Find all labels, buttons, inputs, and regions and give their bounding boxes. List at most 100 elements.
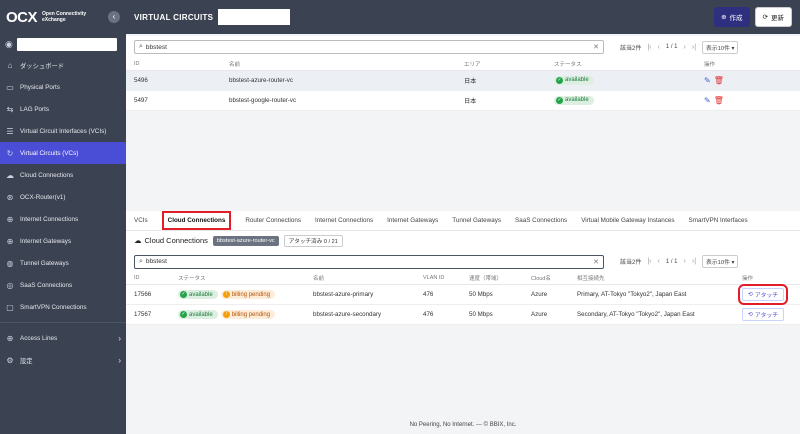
tab-internet-connections[interactable]: Internet Connections — [315, 217, 373, 224]
sidebar-item-label: Virtual Circuit Interfaces (VCIs) — [20, 127, 107, 135]
tab-virtual-mobile-gateway-instances[interactable]: Virtual Mobile Gateway Instances — [581, 217, 674, 224]
last-page-icon[interactable]: ›| — [692, 258, 696, 265]
col-id: ID — [126, 272, 170, 285]
trash-icon[interactable]: 🗑 — [714, 96, 724, 105]
prev-page-icon[interactable]: ‹ — [658, 258, 660, 265]
cloud-icon: ☁ — [6, 170, 14, 180]
brand-name-line2: eXchange — [42, 17, 66, 23]
vc-search-row: ⌕ bbstest ✕ 該当2件 |‹ ‹ 1 / 1 › ›| 表示10件 ▾ — [126, 36, 800, 58]
row-actions: ✎ 🗑 — [696, 70, 800, 91]
vc-per-page-select[interactable]: 表示10件 ▾ — [702, 40, 739, 54]
port-icon: ▭ — [6, 82, 14, 92]
col-speed: 速度（帯域） — [461, 272, 523, 285]
cc-page-indicator: 1 / 1 — [665, 258, 678, 265]
sidebar-item-internet-connections[interactable]: ⊕ Internet Connections — [0, 208, 126, 230]
row-id: 17567 — [126, 304, 170, 325]
row-name: bbstest-azure-primary — [305, 284, 415, 305]
sidebar-item-ocx-router-v1[interactable]: ⊛ OCX-Router(v1) — [0, 186, 126, 208]
vc-search-value: bbstest — [145, 43, 167, 51]
brand-name: Open Connectivity eXchange — [42, 11, 86, 23]
sidebar-item-label: LAG Ports — [20, 105, 50, 113]
cc-search-row: ⌕ bbstest ✕ 該当2件 |‹ ‹ 1 / 1 › ›| 表示10件 ▾ — [126, 251, 800, 273]
user-row[interactable]: ◉ — [0, 34, 126, 54]
sidebar-item-label: Internet Gateways — [20, 237, 72, 245]
create-button[interactable]: ⊕ 作成 — [714, 7, 750, 27]
gear-icon: ⚙ — [6, 355, 14, 365]
refresh-button[interactable]: ⟳ 更新 — [754, 7, 792, 27]
tab-vcis[interactable]: VCIs — [134, 217, 148, 224]
cc-title-text: Cloud Connections — [144, 236, 208, 245]
sidebar-group-0[interactable]: ⊕ Access Lines › — [0, 327, 126, 349]
tab-cloud-connections[interactable]: Cloud Connections — [161, 210, 232, 230]
next-page-icon[interactable]: › — [684, 44, 686, 51]
plus-circle-icon: ⊕ — [721, 14, 727, 21]
first-page-icon[interactable]: |‹ — [647, 44, 651, 51]
table-row[interactable]: 17566 ✓ available! billing pending bbstest… — [126, 284, 800, 305]
sidebar-group-1[interactable]: ⚙ 設定 › — [0, 349, 126, 371]
sidebar-item-label: ダッシュボード — [20, 62, 65, 70]
attach-button[interactable]: ⟲ アタッチ — [742, 308, 785, 321]
sliders-icon: ☰ — [6, 126, 14, 136]
sidebar: OCX Open Connectivity eXchange ‹ ◉ ⌂ ダッシュ… — [0, 0, 126, 434]
row-peer: Primary, AT-Tokyo "Tokyo2", Japan East — [569, 284, 734, 305]
status-badge: ✓ available — [554, 95, 594, 105]
check-icon: ✓ — [180, 291, 187, 298]
cc-per-page-select[interactable]: 表示10件 ▾ — [702, 255, 739, 268]
sidebar-item-label: Virtual Circuits (VCs) — [20, 149, 79, 157]
sidebar-item-internet-gateways[interactable]: ⊕ Internet Gateways — [0, 230, 126, 252]
ocx-logo[interactable]: OCX — [6, 9, 38, 26]
sidebar-item-saas-connections[interactable]: ◎ SaaS Connections — [0, 274, 126, 296]
last-page-icon[interactable]: ›| — [692, 44, 696, 51]
sidebar-item-lag-ports[interactable]: ⇆ LAG Ports — [0, 98, 126, 120]
sidebar-item-virtual-circuits-vcs[interactable]: ↻ Virtual Circuits (VCs) — [0, 142, 126, 164]
status-badge: ✓ available — [178, 290, 218, 299]
chevron-left-icon[interactable]: ‹ — [108, 11, 120, 23]
sidebar-item-smartvpn-connections[interactable]: ▢ SmartVPN Connections — [0, 296, 126, 318]
row-vlan: 476 — [415, 284, 461, 305]
clear-icon[interactable]: ✕ — [593, 43, 599, 51]
tab-router-connections[interactable]: Router Connections — [245, 217, 301, 224]
vc-pager: 該当2件 |‹ ‹ 1 / 1 › ›| 表示10件 ▾ — [620, 40, 739, 54]
attach-button[interactable]: ⟲ アタッチ — [737, 284, 789, 305]
sidebar-item-label: Physical Ports — [20, 83, 60, 91]
cc-result-count: 該当2件 — [620, 260, 642, 266]
vpn-icon: ▢ — [6, 302, 14, 312]
cc-search-value: bbstest — [145, 258, 167, 265]
next-page-icon[interactable]: › — [684, 258, 686, 265]
prev-page-icon[interactable]: ‹ — [658, 44, 660, 51]
tab-smartvpn-interfaces[interactable]: SmartVPN Interfaces — [689, 217, 748, 224]
check-icon: ✓ — [556, 96, 563, 104]
table-row[interactable]: 5497 bbstest-google-router-vc 日本 ✓ availa… — [126, 90, 800, 111]
sidebar-item-tunnel-gateways[interactable]: ◍ Tunnel Gateways — [0, 252, 126, 274]
chevron-right-icon: › — [118, 355, 121, 365]
tab-tunnel-gateways[interactable]: Tunnel Gateways — [452, 217, 501, 224]
billing-text: billing pending — [231, 311, 271, 318]
edit-icon[interactable]: ✎ — [704, 76, 711, 85]
globe-icon: ⊕ — [6, 333, 14, 343]
tab-saas-connections[interactable]: SaaS Connections — [515, 217, 567, 224]
sidebar-item-physical-ports[interactable]: ▭ Physical Ports — [0, 76, 126, 98]
vc-search-input[interactable]: ⌕ bbstest ✕ — [134, 40, 604, 54]
cc-search-input[interactable]: ⌕ bbstest ✕ — [134, 254, 604, 269]
refresh-icon: ⟳ — [762, 14, 768, 21]
tab-internet-gateways[interactable]: Internet Gateways — [387, 217, 438, 224]
col-area: エリア — [456, 58, 546, 71]
sidebar-item-[interactable]: ⌂ ダッシュボード — [0, 54, 126, 76]
page-title: VIRTUAL CIRCUITS — [134, 12, 214, 22]
table-row[interactable]: 17567 ✓ available! billing pending bbstest… — [126, 304, 800, 325]
sidebar-item-cloud-connections[interactable]: ☁ Cloud Connections — [0, 164, 126, 186]
clear-icon[interactable]: ✕ — [593, 258, 599, 266]
vc-result-count: 該当2件 — [620, 45, 642, 52]
edit-icon[interactable]: ✎ — [704, 96, 711, 105]
cc-header: ☁ Cloud Connections bbstest-azure-router… — [126, 230, 800, 251]
sidebar-item-label: SaaS Connections — [20, 281, 73, 289]
lag-icon: ⇆ — [6, 104, 14, 114]
row-id: 17566 — [126, 284, 170, 305]
check-icon: ✓ — [556, 76, 563, 84]
sidebar-item-label: Access Lines — [20, 334, 58, 342]
table-row[interactable]: 5496 bbstest-azure-router-vc 日本 ✓ availab… — [126, 70, 800, 91]
first-page-icon[interactable]: |‹ — [647, 258, 651, 265]
trash-icon[interactable]: 🗑 — [714, 76, 724, 85]
attach-label: アタッチ — [754, 293, 779, 299]
sidebar-item-virtual-circuit-interfaces-vcis[interactable]: ☰ Virtual Circuit Interfaces (VCIs) — [0, 120, 126, 142]
